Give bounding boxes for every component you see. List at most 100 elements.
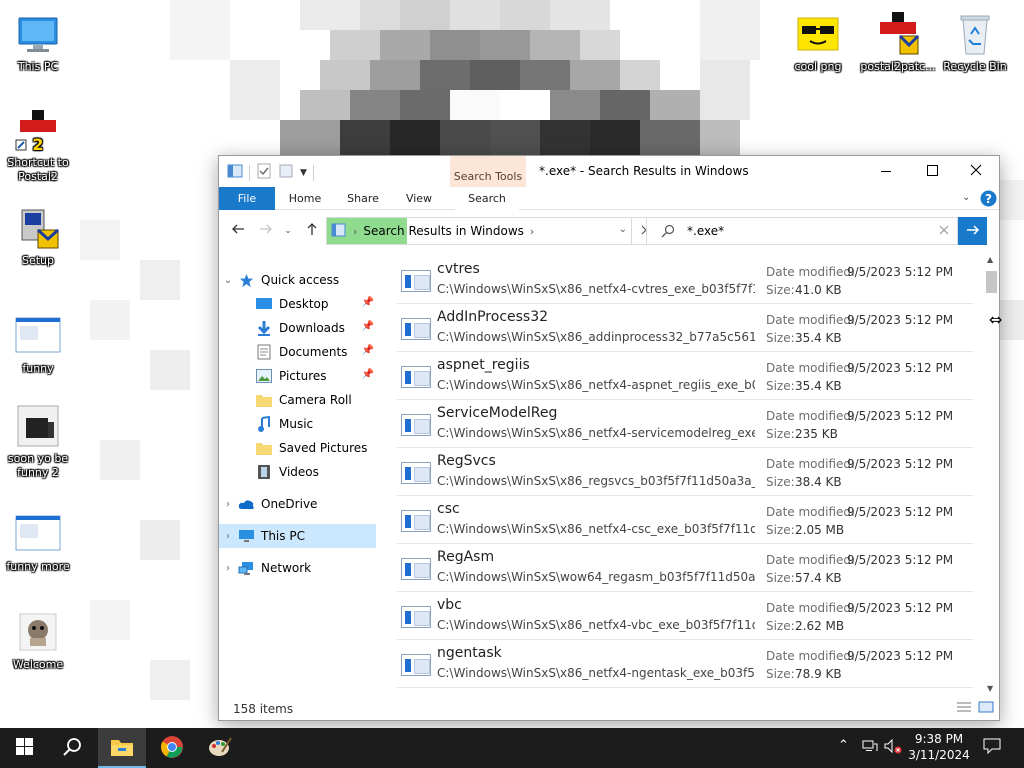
system-clock[interactable]: 9:38 PM 3/11/2024 [905,731,973,763]
desktop-icon-recycle-bin[interactable]: Recycle Bin [937,10,1013,74]
desktop-icon-funny-more[interactable]: funny more [0,510,76,574]
desktop-icon-soon-yo-be-funny-2[interactable]: soon yo be funny 2 [0,402,76,480]
nav-camera-roll[interactable]: Camera Roll [219,388,376,412]
date-modified-value: 9/5/2023 5:12 PM [847,457,954,471]
minimize-button[interactable] [863,156,909,187]
chevron-down-icon[interactable]: ⌄ [219,275,237,286]
wallpaper-pixel [280,120,340,155]
help-icon[interactable]: ? [980,190,997,210]
file-name: vbc [437,597,462,613]
chevron-right-icon[interactable]: › [219,563,237,574]
nav-network[interactable]: › Network [219,556,376,580]
list-item[interactable]: cvtres C:\Windows\WinSxS\x86_netfx4-cvtre… [397,256,973,304]
tab-home[interactable]: Home [289,187,321,210]
nav-downloads[interactable]: Downloads 📌 [219,316,376,340]
desktop-icon-welcome[interactable]: Welcome [0,608,76,672]
recent-locations-chevron-icon[interactable]: ⌄ [281,220,295,242]
search-button[interactable] [48,728,96,768]
list-item[interactable]: AddInProcess32 C:\Windows\WinSxS\x86_addi… [397,304,973,352]
desktop-icon-funny[interactable]: funny [0,312,76,376]
scroll-thumb[interactable] [986,271,997,293]
folder-icon [110,737,134,760]
nav-this-pc[interactable]: › This PC [219,524,376,548]
svg-text:?: ? [985,192,992,206]
date-modified-label: Date modified: [766,457,856,471]
nav-desktop[interactable]: Desktop 📌 [219,292,376,316]
nav-saved-pictures[interactable]: Saved Pictures [219,436,376,460]
new-folder-icon[interactable] [278,163,294,182]
nav-onedrive[interactable]: › OneDrive [219,492,376,516]
maximize-button[interactable] [909,156,955,187]
desktop-icon-label: Shortcut to Postal2 [7,156,69,183]
nav-videos[interactable]: Videos [219,460,376,484]
wallpaper-pixel [500,90,550,120]
start-button[interactable] [0,728,48,768]
list-item[interactable]: RegSvcs C:\Windows\WinSxS\x86_regsvcs_b03… [397,448,973,496]
scroll-up-arrow-icon[interactable]: ▲ [987,255,993,264]
scroll-down-arrow-icon[interactable]: ▼ [987,684,993,693]
desktop-icon-setup[interactable]: Setup [0,204,76,268]
forward-button[interactable] [255,220,277,242]
date-modified-value: 9/5/2023 5:12 PM [847,409,954,423]
file-name: cvtres [437,261,480,277]
notifications-icon[interactable] [983,738,1001,758]
list-item[interactable]: ngentask C:\Windows\WinSxS\x86_netfx4-nge… [397,640,973,688]
size-value: 35.4 KB [795,379,842,393]
taskbar-file-explorer[interactable] [98,728,146,768]
close-button[interactable] [953,156,999,187]
nav-pictures[interactable]: Pictures 📌 [219,364,376,388]
taskbar-paint[interactable] [196,728,244,768]
wallpaper-pixel [550,90,600,120]
nav-documents[interactable]: Documents 📌 [219,340,376,364]
network-status-icon[interactable] [862,738,878,758]
wallpaper-pixel [590,120,640,155]
list-item[interactable]: vbc C:\Windows\WinSxS\x86_netfx4-vbc_exe_… [397,592,973,640]
wallpaper-pixel [640,120,700,155]
desktop-icon-this-pc[interactable]: This PC [0,10,76,74]
nav-quick-access[interactable]: ⌄ Quick access [219,268,376,292]
list-item[interactable]: ServiceModelReg C:\Windows\WinSxS\x86_net… [397,400,973,448]
large-icons-view-icon[interactable] [977,700,995,717]
customize-toolbar-chevron-icon[interactable]: ▼ [300,168,307,178]
show-hidden-icons-chevron-icon[interactable]: ⌃ [838,738,849,753]
file-explorer-window[interactable]: ▼ Search Tools *.exe* - Search Results i… [218,155,1000,721]
wallpaper-pixel [480,30,530,60]
up-button[interactable] [301,220,323,242]
chevron-right-icon[interactable]: › [219,531,237,542]
file-name: ngentask [437,645,502,661]
details-view-icon[interactable] [955,700,973,717]
nav-label: Quick access [261,273,340,287]
tab-search[interactable]: Search [455,187,519,210]
desktop-icon-postal2-shortcut[interactable]: 2 Shortcut to Postal2 [0,106,76,184]
pin-icon: 📌 [361,297,374,308]
tab-share[interactable]: Share [345,187,381,210]
tab-file[interactable]: File [219,187,275,210]
breadcrumb-separator-icon[interactable]: › [530,225,534,238]
size-label: Size: [766,331,795,345]
address-bar[interactable]: › Search Results in Windows › ⌄ [326,217,632,245]
tab-view[interactable]: View [405,187,433,210]
expand-ribbon-chevron-icon[interactable]: ⌄ [962,192,970,203]
nav-music[interactable]: Music [219,412,376,436]
breadcrumb-location[interactable]: Search Results in Windows [363,224,524,238]
back-button[interactable] [227,220,249,242]
wallpaper-pixel [400,90,450,120]
title-bar[interactable]: ▼ Search Tools *.exe* - Search Results i… [219,156,999,187]
properties-icon[interactable] [256,163,272,182]
search-input[interactable]: *.exe* [687,224,724,238]
chevron-right-icon[interactable]: › [219,499,237,510]
search-box[interactable]: *.exe* [646,217,958,245]
search-go-button[interactable] [958,217,987,245]
file-name: RegSvcs [437,453,496,469]
nav-label: Music [279,417,314,431]
clear-search-icon[interactable] [939,223,949,239]
address-history-chevron-icon[interactable]: ⌄ [619,224,627,235]
volume-muted-icon[interactable] [884,738,902,758]
list-item[interactable]: csc C:\Windows\WinSxS\x86_netfx4-csc_exe_… [397,496,973,544]
taskbar-chrome[interactable] [148,728,196,768]
list-item[interactable]: aspnet_regiis C:\Windows\WinSxS\x86_netfx… [397,352,973,400]
desktop-icon-postal2patch[interactable]: postal2patc... [860,10,936,74]
list-item[interactable]: RegAsm C:\Windows\WinSxS\wow64_regasm_b03… [397,544,973,592]
pictures-icon [255,368,273,384]
desktop-icon-cool-png[interactable]: cool png [780,10,856,74]
